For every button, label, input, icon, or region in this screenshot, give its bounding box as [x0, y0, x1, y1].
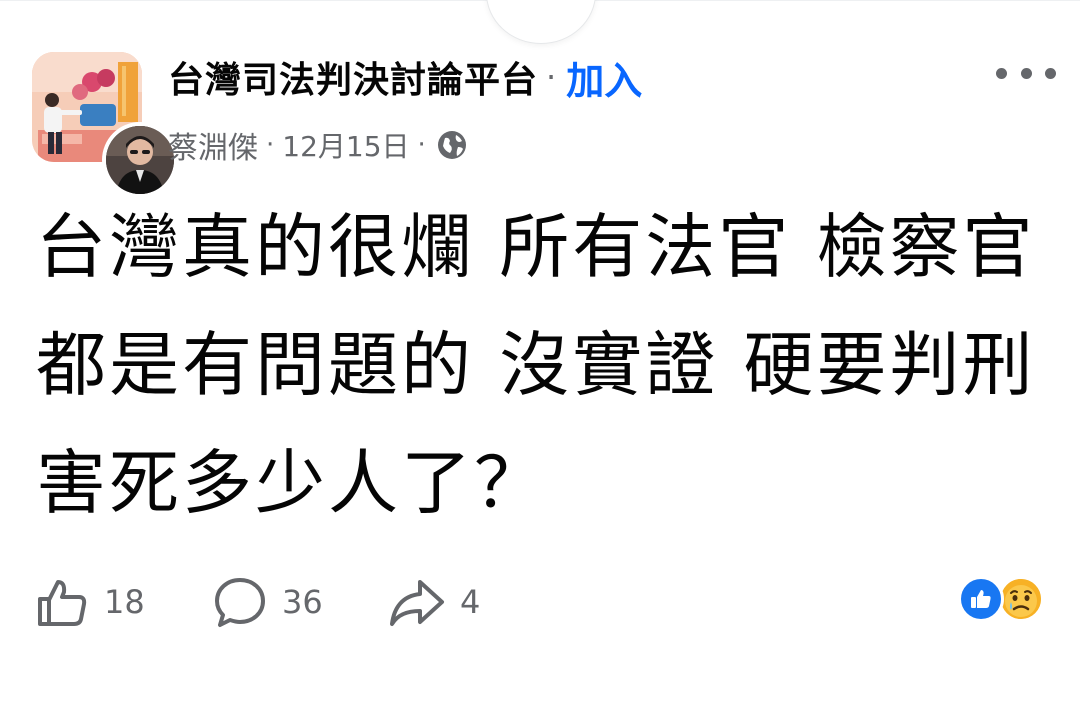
comment-button[interactable]: 36 — [212, 572, 323, 632]
group-name-link[interactable]: 台灣司法判決討論平台 — [168, 51, 538, 103]
avatar-stack[interactable] — [32, 52, 178, 198]
sad-reaction-icon — [998, 576, 1044, 622]
header-separator: · — [546, 58, 557, 96]
meta-separator: · — [266, 130, 275, 160]
post-body-text: 台灣真的很爛 所有法官 檢察官都是有問題的 沒實證 硬要判刑 害死多少人了？ — [36, 206, 1036, 524]
like-button[interactable]: 18 — [34, 572, 145, 632]
post-timestamp[interactable]: 12月15日 — [282, 125, 409, 165]
facebook-post-screen: 台灣司法判決討論平台 · 加入 蔡淵傑 · 12月15日 · 台灣真的很爛 所有… — [0, 0, 1080, 711]
share-count: 4 — [460, 583, 481, 621]
globe-icon[interactable] — [436, 129, 468, 161]
author-photo — [106, 126, 174, 194]
join-group-button[interactable]: 加入 — [566, 50, 642, 105]
more-options-icon[interactable] — [996, 58, 1056, 88]
like-icon — [38, 580, 87, 626]
comment-icon — [215, 578, 265, 627]
share-icon — [390, 580, 444, 626]
reaction-summary[interactable] — [958, 576, 1050, 624]
action-bar: 18 36 4 — [34, 572, 554, 632]
author-name-link[interactable]: 蔡淵傑 — [168, 123, 258, 167]
post-meta: 蔡淵傑 · 12月15日 · — [168, 124, 468, 166]
author-avatar[interactable] — [102, 122, 178, 198]
pull-tab[interactable] — [486, 0, 596, 44]
comment-count: 36 — [282, 583, 323, 621]
like-count: 18 — [104, 583, 145, 621]
share-button[interactable]: 4 — [388, 572, 480, 632]
post-header: 台灣司法判決討論平台 · 加入 — [168, 50, 642, 105]
like-reaction-icon — [958, 576, 1004, 622]
meta-separator-2: · — [417, 130, 426, 160]
